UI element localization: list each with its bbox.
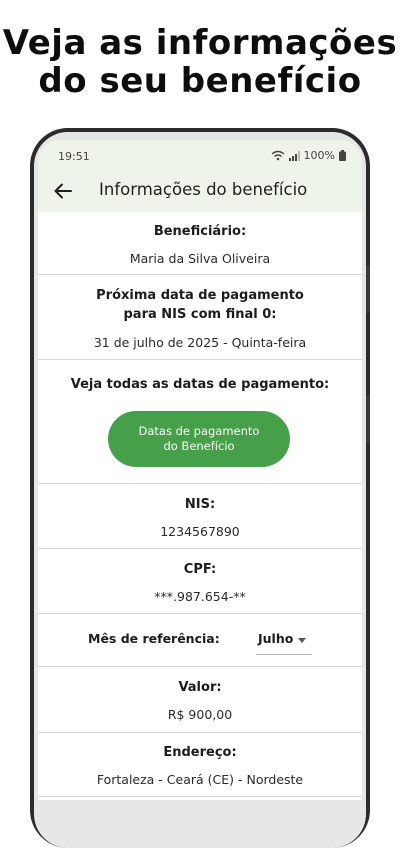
headline-line-1: Veja as informações bbox=[2, 23, 398, 63]
amount-section: Valor: R$ 900,00 bbox=[38, 678, 362, 724]
beneficiary-name: Maria da Silva Oliveira bbox=[129, 251, 271, 266]
battery-icon bbox=[339, 150, 346, 161]
power-button bbox=[366, 395, 370, 443]
next-payment-label-line-2: para NIS com final 0: bbox=[123, 307, 277, 322]
wifi-icon bbox=[271, 150, 284, 161]
reference-month-label: Mês de referência: bbox=[88, 631, 220, 646]
reference-month-value: Julho bbox=[258, 631, 294, 646]
all-dates-label: Veja todas as datas de pagamento: bbox=[70, 377, 330, 392]
page-title: Informações do benefício bbox=[99, 180, 308, 199]
beneficiary-label: Beneficiário: bbox=[153, 224, 247, 239]
beneficiary-section: Beneficiário: Maria da Silva Oliveira bbox=[38, 222, 362, 268]
reference-month-row: Mês de referência: Julho bbox=[38, 618, 362, 668]
all-dates-section: Veja todas as datas de pagamento: bbox=[38, 375, 362, 394]
back-button[interactable] bbox=[50, 178, 76, 204]
cpf-value: ***.987.654-** bbox=[154, 589, 246, 604]
nis-label: NIS: bbox=[184, 497, 216, 512]
next-payment-section: Próxima data de pagamento para NIS com f… bbox=[38, 286, 362, 352]
next-payment-label-line-1: Próxima data de pagamento bbox=[96, 288, 304, 303]
divider bbox=[38, 548, 362, 549]
payment-dates-button[interactable]: Datas de pagamento do Benefício bbox=[108, 411, 290, 467]
payment-dates-button-line-2: do Benefício bbox=[163, 439, 235, 453]
headline-line-2: do seu benefício bbox=[38, 61, 362, 101]
cpf-section: CPF: ***.987.654-** bbox=[38, 560, 362, 606]
battery-percent: 100% bbox=[303, 149, 335, 162]
nis-value: 1234567890 bbox=[160, 524, 240, 539]
status-icons: 100% bbox=[271, 149, 346, 162]
address-label: Endereço: bbox=[163, 745, 237, 760]
status-bar: 19:51 100% bbox=[38, 140, 362, 170]
cpf-label: CPF: bbox=[183, 562, 217, 577]
dropdown-caret-icon bbox=[298, 638, 306, 643]
divider bbox=[38, 274, 362, 275]
address-section: Endereço: Fortaleza - Ceará (CE) - Norde… bbox=[38, 743, 362, 789]
volume-button bbox=[366, 265, 370, 313]
arrow-back-icon bbox=[54, 183, 72, 199]
amount-label: Valor: bbox=[178, 680, 222, 695]
divider bbox=[38, 732, 362, 733]
status-time: 19:51 bbox=[58, 150, 90, 163]
nis-section: NIS: 1234567890 bbox=[38, 495, 362, 541]
divider bbox=[38, 796, 362, 797]
payment-dates-button-line-1: Datas de pagamento bbox=[138, 424, 260, 438]
app-bar: Informações do benefício bbox=[38, 170, 362, 212]
divider bbox=[38, 359, 362, 360]
divider bbox=[38, 483, 362, 484]
signal-icon bbox=[288, 150, 300, 161]
address-value: Fortaleza - Ceará (CE) - Nordeste bbox=[96, 772, 304, 787]
divider bbox=[38, 613, 362, 614]
next-payment-date: 31 de julho de 2025 - Quinta-feira bbox=[93, 335, 307, 350]
reference-month-select[interactable]: Julho bbox=[256, 626, 312, 655]
promo-headline: Veja as informações do seu benefício bbox=[0, 24, 400, 100]
divider bbox=[38, 666, 362, 667]
app-screen: 19:51 100% Informações do benefício Bene… bbox=[38, 140, 362, 800]
amount-value: R$ 900,00 bbox=[167, 707, 233, 722]
